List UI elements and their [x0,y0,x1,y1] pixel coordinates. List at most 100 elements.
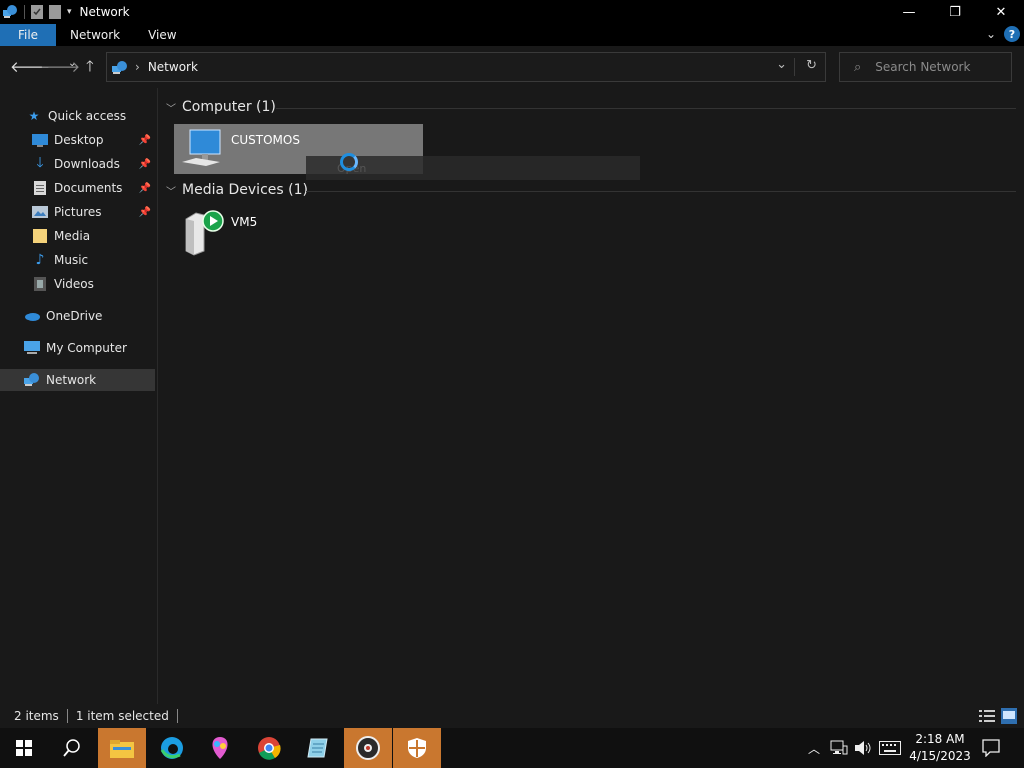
group-header-media-devices[interactable]: ﹀ Media Devices (1) [166,180,308,200]
sidebar-item-label: My Computer [46,341,127,355]
item-count: 2 items [14,709,59,723]
taskbar-security[interactable] [393,728,441,768]
desktop-icon [32,133,48,147]
customize-toolbar-icon[interactable]: ▾ [67,7,72,17]
window-controls: — ❐ ✕ [886,0,1024,24]
sidebar-item-videos[interactable]: Videos [0,273,155,295]
taskbar-edge[interactable] [148,728,196,768]
taskbar-chrome[interactable] [245,728,293,768]
sidebar-item-label: Music [54,253,89,267]
sidebar-item-media[interactable]: Media [0,225,155,247]
network-icon [112,61,127,74]
sidebar-item-pictures[interactable]: Pictures 📌 [0,201,155,223]
network-icon[interactable] [2,4,18,20]
tab-view[interactable]: View [134,24,190,46]
network-icon [24,373,40,387]
search-icon [63,739,80,757]
video-icon [32,277,48,291]
sidebar-item-label: OneDrive [46,309,103,323]
sidebar-item-music[interactable]: ♪ Music [0,249,155,271]
edge-icon [160,737,183,759]
music-icon: ♪ [35,252,45,268]
address-bar[interactable]: › Network ⌄ ↻ [106,52,826,82]
media-player-icon [356,736,380,760]
search-button[interactable] [48,728,96,768]
pictures-icon [32,205,48,219]
folder-icon [110,740,134,758]
path-separator: › [135,60,140,74]
document-icon [32,181,48,195]
selection-count: 1 item selected [75,709,169,723]
volume-icon[interactable] [854,740,872,756]
ribbon-tabs: File Network View ⌄ ? [0,24,1024,46]
pin-icon[interactable]: 📌 [139,159,151,170]
large-icons-view-icon[interactable] [1001,708,1017,724]
details-view-icon[interactable] [979,709,995,723]
list-item-vm5[interactable]: VM5 [174,207,423,259]
expand-ribbon-icon[interactable]: ⌄ [986,27,996,41]
sidebar-item-label: Videos [54,277,94,291]
restore-button[interactable]: ❐ [932,0,978,24]
breadcrumb-network[interactable]: Network [148,60,198,74]
search-box[interactable]: ⌕ Search Network [839,52,1012,82]
new-folder-icon[interactable] [49,5,61,19]
sidebar-item-label: Media [54,229,91,243]
pin-icon[interactable]: 📌 [139,207,151,218]
divider [794,58,795,76]
recent-locations-icon[interactable]: ⌄ [68,58,76,69]
sidebar-item-onedrive[interactable]: OneDrive [0,305,155,327]
status-separator [66,709,68,723]
pane-divider[interactable] [157,88,158,704]
search-icon: ⌕ [854,59,862,75]
start-button[interactable] [0,728,48,768]
sidebar-item-label: Pictures [54,205,102,219]
sidebar-item-label: Quick access [48,109,127,123]
taskbar-paint[interactable] [196,728,244,768]
sidebar-item-label: Network [46,373,97,387]
properties-icon[interactable] [31,5,43,19]
folder-icon [32,229,48,243]
windows-logo-icon [16,740,32,756]
pin-icon[interactable]: 📌 [139,135,151,146]
tab-file[interactable]: File [0,24,56,46]
system-tray: ︿ [808,728,820,768]
sidebar-item-downloads[interactable]: 🡓 Downloads 📌 [0,153,155,175]
quick-access-toolbar: ▾ [0,4,72,20]
refresh-icon[interactable]: ↻ [806,58,817,73]
chevron-up-icon[interactable]: ︿ [808,740,820,757]
status-separator [176,709,178,723]
minimize-button[interactable]: — [886,0,932,24]
taskbar-notepad[interactable] [294,728,342,768]
pin-icon[interactable]: 📌 [139,183,151,194]
sidebar-item-quick-access[interactable]: ★ Quick access [0,105,155,127]
group-divider [306,191,1016,192]
item-label: CUSTOMOS [231,133,300,147]
sidebar-item-desktop[interactable]: Desktop 📌 [0,129,155,151]
up-icon[interactable]: 🡑 [86,56,94,81]
group-header-computer[interactable]: ﹀ Computer (1) [166,97,276,117]
taskbar-file-explorer[interactable] [98,728,146,768]
shield-icon [408,738,426,758]
cloud-icon [24,309,40,323]
chevron-down-icon: ﹀ [166,186,176,198]
keyboard-icon[interactable] [879,741,901,755]
search-input[interactable]: Search Network [875,60,970,74]
network-status-icon[interactable] [830,740,848,756]
title-bar: ▾ Network — ❐ ✕ [0,0,1024,24]
group-header-label: Computer (1) [182,99,276,115]
notepad-icon [307,738,328,758]
help-icon[interactable]: ? [1004,26,1020,42]
close-button[interactable]: ✕ [978,0,1024,24]
group-divider [276,108,1016,109]
address-dropdown-icon[interactable]: ⌄ [776,57,787,72]
sidebar-item-network[interactable]: Network [0,369,155,391]
sidebar-item-documents[interactable]: Documents 📌 [0,177,155,199]
download-icon: 🡓 [36,155,44,171]
item-label: VM5 [231,215,258,229]
chrome-icon [258,737,281,760]
sidebar-item-my-computer[interactable]: My Computer [0,337,155,359]
clock[interactable]: 2:18 AM 4/15/2023 [904,731,976,765]
tab-network[interactable]: Network [56,24,134,46]
taskbar-media-player[interactable] [344,728,392,768]
notifications-icon[interactable] [982,739,1000,757]
